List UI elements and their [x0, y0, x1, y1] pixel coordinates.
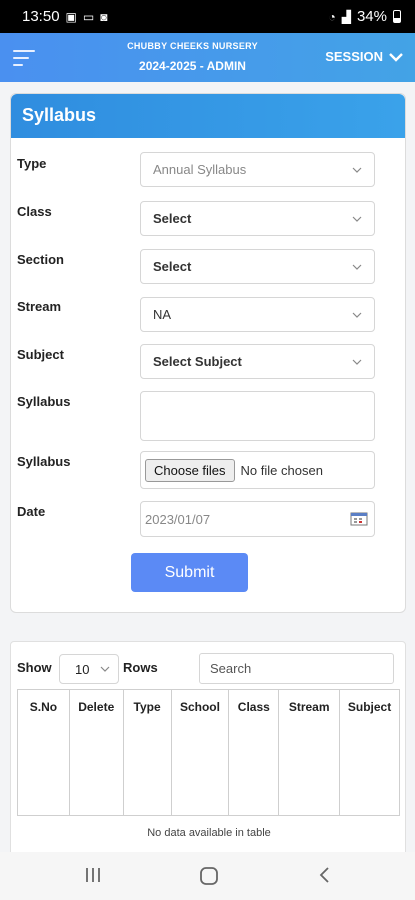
- signal-icon: ▟: [341, 9, 351, 24]
- choose-files-button[interactable]: Choose files: [145, 458, 235, 482]
- class-label: Class: [17, 204, 52, 219]
- rows-per-page-select[interactable]: 10: [59, 654, 119, 684]
- rows-count: 10: [75, 661, 90, 677]
- notification-icon: ▭: [82, 9, 95, 24]
- column-header-stream[interactable]: Stream: [278, 689, 341, 816]
- section-label: Section: [17, 252, 64, 267]
- syllabus-table-card: Show 10 Rows Search S.No Delete Type Sch…: [10, 641, 406, 861]
- search-placeholder: Search: [210, 661, 252, 676]
- chevron-down-icon: [352, 216, 362, 222]
- wifi-icon: ◔: [328, 9, 336, 24]
- subject-select[interactable]: Select Subject: [140, 344, 375, 379]
- empty-table-message: No data available in table: [147, 827, 271, 839]
- recent-apps-icon[interactable]: [84, 866, 102, 884]
- syllabus-table: S.No Delete Type School Class Stream Sub…: [17, 689, 400, 816]
- app-icon: ◙: [100, 9, 108, 24]
- stream-label: Stream: [17, 299, 62, 314]
- column-header-type[interactable]: Type: [122, 689, 172, 816]
- submit-button[interactable]: Submit: [131, 553, 248, 592]
- syllabus-label: Syllabus: [17, 394, 71, 409]
- stream-value: NA: [153, 307, 172, 322]
- column-header-class[interactable]: Class: [228, 689, 280, 816]
- form-title: Syllabus: [11, 94, 405, 138]
- search-input[interactable]: Search: [199, 653, 394, 684]
- class-value: Select: [153, 211, 192, 226]
- chevron-down-icon: [352, 167, 362, 173]
- type-label: Type: [17, 156, 47, 171]
- subject-label: Subject: [17, 347, 64, 362]
- chevron-down-icon: [352, 359, 362, 365]
- column-header-delete[interactable]: Delete: [68, 689, 124, 816]
- section-select[interactable]: Select: [140, 249, 375, 284]
- syllabus-form-card: Syllabus Type Annual Syllabus Class Sele…: [10, 93, 406, 613]
- rows-label: Rows: [123, 660, 158, 675]
- chevron-down-icon: [352, 312, 362, 318]
- status-bar: 13:50 ▣ ▭ ◙ ◔ ▟ 34%: [0, 0, 415, 33]
- class-select[interactable]: Select: [140, 201, 375, 236]
- column-header-sno[interactable]: S.No: [17, 689, 70, 816]
- section-value: Select: [153, 259, 192, 274]
- file-input[interactable]: Choose files No file chosen: [140, 451, 375, 489]
- date-input[interactable]: 2023/01/07: [140, 501, 375, 537]
- back-icon[interactable]: [318, 866, 332, 884]
- app-bar: CHUBBY CHEEKS NURSERY 2024-2025 - ADMIN …: [0, 33, 415, 82]
- gallery-icon: ▣: [65, 9, 77, 24]
- date-label: Date: [17, 504, 46, 519]
- chevron-down-icon: [352, 264, 362, 270]
- show-label: Show: [17, 660, 52, 675]
- type-select[interactable]: Annual Syllabus: [140, 152, 375, 187]
- home-icon[interactable]: [199, 866, 219, 886]
- stream-select[interactable]: NA: [140, 297, 375, 332]
- date-value: 2023/01/07: [145, 511, 211, 527]
- battery-icon: [393, 10, 401, 23]
- syllabus-textarea[interactable]: [140, 391, 375, 441]
- subject-value: Select Subject: [153, 354, 242, 369]
- file-label: Syllabus: [17, 454, 71, 469]
- battery-percent: 34%: [356, 8, 387, 25]
- session-dropdown[interactable]: SESSION: [325, 49, 403, 64]
- system-nav-bar: [0, 852, 415, 900]
- file-status: No file chosen: [240, 462, 323, 478]
- chevron-down-icon: [100, 666, 110, 672]
- calendar-icon[interactable]: [350, 512, 368, 526]
- type-value: Annual Syllabus: [153, 162, 247, 177]
- column-header-school[interactable]: School: [170, 689, 230, 816]
- status-time: 13:50: [22, 8, 60, 25]
- column-header-subject[interactable]: Subject: [339, 689, 400, 816]
- session-label: SESSION: [325, 49, 383, 64]
- chevron-down-icon: [389, 52, 403, 62]
